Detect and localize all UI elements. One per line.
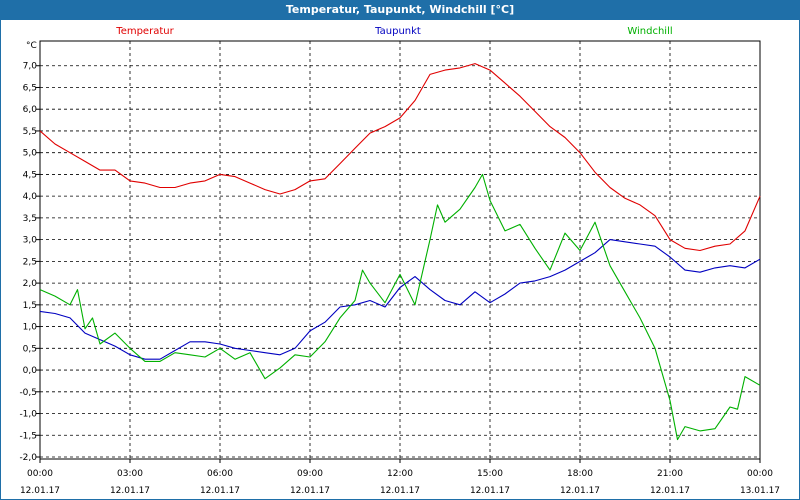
y-axis-tick-labels: 7,0 6,5 6,0 5,5 5,0 4,5 4,0 3,5 3,0 2,5 2,0 1,5 1,0 0… bbox=[19, 62, 37, 463]
line-chart: 7,0 6,5 6,0 5,5 5,0 4,5 4,0 3,5 3,0 2,5 2,0 1,5 1,0 0… bbox=[19, 26, 780, 496]
y-tick-label: 1,5 bbox=[23, 301, 37, 311]
x-tick-time-label: 06:00 bbox=[207, 469, 233, 479]
x-tick-time-label: 12:00 bbox=[387, 469, 413, 479]
y-tick-label: 4,5 bbox=[23, 170, 37, 180]
chart-legend: Temperatur Taupunkt Windchill bbox=[115, 26, 672, 37]
y-tick-label: -1,0 bbox=[19, 410, 37, 420]
y-tick-label: -0,5 bbox=[19, 388, 37, 398]
y-tick-label: 3,0 bbox=[23, 236, 38, 246]
x-axis-tick-labels: 00:00 12.01.17 03:00 12.01.17 06:00 12.01.17 0… bbox=[20, 469, 780, 496]
y-tick-label: -1,5 bbox=[19, 431, 37, 441]
x-tick-date-label: 12.01.17 bbox=[380, 486, 420, 496]
y-tick-label: 5,5 bbox=[23, 127, 37, 137]
y-tick-label: 6,5 bbox=[23, 83, 37, 93]
x-tick-time-label: 09:00 bbox=[297, 469, 323, 479]
x-tick-time-label: 21:00 bbox=[657, 469, 683, 479]
y-tick-label: 1,0 bbox=[23, 323, 38, 333]
x-tick-time-label: 00:00 bbox=[747, 469, 773, 479]
x-tick-date-label: 12.01.17 bbox=[20, 486, 60, 496]
y-tick-label: -2,0 bbox=[19, 453, 37, 463]
y-tick-label: 5,0 bbox=[23, 149, 38, 159]
y-tick-label: 0,0 bbox=[23, 366, 38, 376]
legend-entry: Windchill bbox=[627, 26, 672, 37]
y-tick-label: 6,0 bbox=[23, 105, 38, 115]
legend-entry: Temperatur bbox=[115, 26, 174, 37]
x-tick-date-label: 12.01.17 bbox=[290, 486, 330, 496]
chart-grid bbox=[36, 40, 761, 463]
x-tick-time-label: 15:00 bbox=[477, 469, 503, 479]
y-tick-label: 3,5 bbox=[23, 214, 37, 224]
x-tick-time-label: 00:00 bbox=[27, 469, 53, 479]
y-tick-label: 2,5 bbox=[23, 257, 37, 267]
x-tick-time-label: 18:00 bbox=[567, 469, 593, 479]
y-axis-unit-label: °C bbox=[26, 41, 37, 51]
x-tick-date-label: 12.01.17 bbox=[650, 486, 690, 496]
x-tick-time-label: 03:00 bbox=[117, 469, 143, 479]
legend-entry: Taupunkt bbox=[374, 26, 421, 37]
y-tick-label: 7,0 bbox=[23, 62, 38, 72]
x-tick-date-label: 12.01.17 bbox=[560, 486, 600, 496]
x-tick-date-label: 13.01.17 bbox=[740, 486, 780, 496]
y-tick-label: 4,0 bbox=[23, 192, 38, 202]
x-tick-date-label: 12.01.17 bbox=[470, 486, 510, 496]
y-tick-label: 2,0 bbox=[23, 279, 38, 289]
x-tick-date-label: 12.01.17 bbox=[200, 486, 240, 496]
x-tick-date-label: 12.01.17 bbox=[110, 486, 150, 496]
y-tick-label: 0,5 bbox=[23, 344, 37, 354]
